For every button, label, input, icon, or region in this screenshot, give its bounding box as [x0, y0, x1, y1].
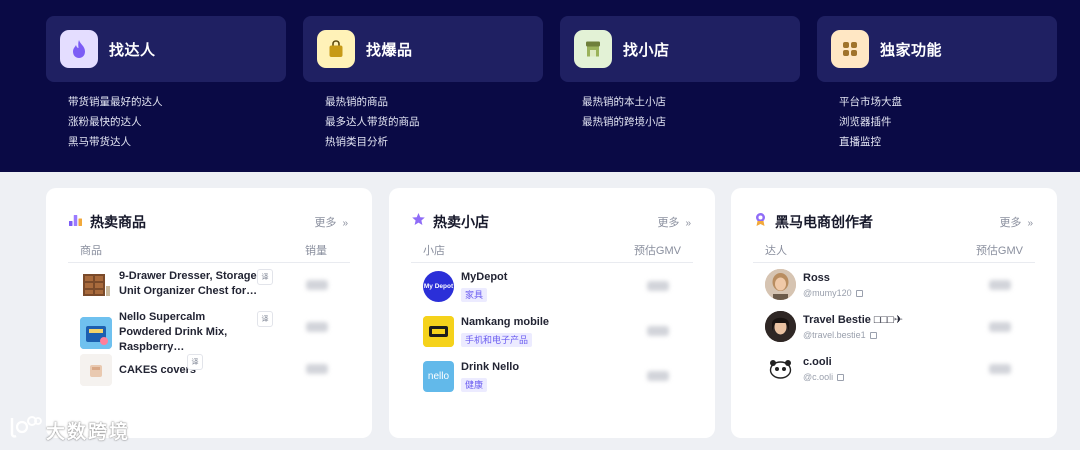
nav-link[interactable]: 黑马带货达人: [68, 132, 163, 152]
nav-links-exclusive-features: 平台市场大盘 浏览器插件 直播监控: [839, 92, 902, 152]
nav-card-find-hot-products[interactable]: 找爆品: [303, 16, 543, 82]
translate-icon[interactable]: 译: [257, 269, 273, 285]
more-link[interactable]: 更多»: [314, 214, 348, 230]
column-header-shop: 小店: [423, 245, 445, 257]
shopping-bag-icon: [317, 30, 355, 68]
avatar: [765, 311, 796, 342]
creator-handle: @mumy120: [803, 288, 863, 298]
chevron-right-icon: »: [1027, 218, 1033, 229]
nav-link[interactable]: 最多达人带货的商品: [325, 112, 420, 132]
column-header-product: 商品: [80, 245, 102, 257]
sales-value-blurred: [306, 280, 328, 290]
shop-name: MyDepot: [461, 271, 508, 283]
sales-value-blurred: [306, 364, 328, 374]
nav-card-find-creators[interactable]: 找达人: [46, 16, 286, 82]
storefront-icon: [574, 30, 612, 68]
divider: [411, 262, 693, 263]
nav-link[interactable]: 直播监控: [839, 132, 902, 152]
category-tag: 手机和电子产品: [461, 333, 533, 347]
product-image: [80, 354, 112, 386]
nav-card-title: 找达人: [109, 41, 156, 59]
panel-header: 热卖商品: [68, 212, 146, 232]
nav-link[interactable]: 最热销的本土小店: [582, 92, 666, 112]
creator-handle: @travel.bestie1: [803, 330, 903, 340]
copy-icon[interactable]: [855, 289, 863, 297]
award-ribbon-icon: [753, 212, 768, 232]
product-name: 9-Drawer Dresser, Storage Unit Organizer…: [119, 270, 258, 297]
hot-shops-panel: 热卖小店 更多» 小店 预估GMV My Depot MyDepot 家具 Na…: [389, 188, 715, 438]
column-header-gmv: 预估GMV: [633, 245, 681, 257]
nav-link[interactable]: 平台市场大盘: [839, 92, 902, 112]
watermark: 大数跨境: [8, 414, 130, 446]
translate-icon[interactable]: 译: [257, 311, 273, 327]
column-header-gmv: 预估GMV: [975, 245, 1023, 257]
top-feature-band: 找达人 带货销量最好的达人 涨粉最快的达人 黑马带货达人 找爆品 最热销的商品 …: [0, 0, 1080, 172]
panel-title: 黑马电商创作者: [775, 214, 873, 230]
star-icon: [411, 212, 426, 232]
divider: [68, 262, 350, 263]
nav-link[interactable]: 带货销量最好的达人: [68, 92, 163, 112]
translate-icon[interactable]: 译: [187, 354, 203, 370]
panel-title: 热卖商品: [90, 214, 146, 230]
watermark-logo-icon: [8, 414, 42, 446]
sales-value-blurred: [306, 322, 328, 332]
avatar: [765, 269, 796, 300]
copy-icon[interactable]: [869, 331, 877, 339]
nav-link[interactable]: 最热销的商品: [325, 92, 420, 112]
bar-chart-icon: [68, 212, 83, 232]
nav-links-find-shops: 最热销的本土小店 最热销的跨境小店: [582, 92, 666, 132]
nav-card-title: 找小店: [623, 41, 670, 59]
nav-links-find-creators: 带货销量最好的达人 涨粉最快的达人 黑马带货达人: [68, 92, 163, 152]
nav-link[interactable]: 热销类目分析: [325, 132, 420, 152]
shop-logo: nello: [423, 361, 454, 392]
nav-links-find-hot-products: 最热销的商品 最多达人带货的商品 热销类目分析: [325, 92, 420, 152]
more-link[interactable]: 更多»: [657, 214, 691, 230]
gmv-value-blurred: [647, 371, 669, 381]
creator-name: Travel Bestie □□□✈: [803, 314, 904, 326]
gmv-value-blurred: [647, 281, 669, 291]
shop-logo: My Depot: [423, 271, 454, 302]
gmv-value-blurred: [647, 326, 669, 336]
panel-header: 黑马电商创作者: [753, 212, 873, 232]
avatar: [765, 353, 796, 384]
copy-icon[interactable]: [837, 373, 845, 381]
table-row[interactable]: Nello Supercalm Powdered Drink Mix, Rasp…: [80, 310, 350, 355]
hot-products-panel: 热卖商品 更多» 商品 销量 9-Drawer Dresser, Storage…: [46, 188, 372, 438]
gmv-value-blurred: [989, 280, 1011, 290]
grid-icon: [831, 30, 869, 68]
nav-card-exclusive-features[interactable]: 独家功能: [817, 16, 1057, 82]
column-header-creator: 达人: [765, 245, 787, 257]
gmv-value-blurred: [989, 364, 1011, 374]
category-tag: 健康: [461, 378, 488, 392]
creator-name: Ross: [803, 272, 830, 284]
nav-card-find-shops[interactable]: 找小店: [560, 16, 800, 82]
gmv-value-blurred: [989, 322, 1011, 332]
product-image: [80, 268, 112, 300]
chevron-right-icon: »: [342, 218, 348, 229]
nav-card-title: 找爆品: [366, 41, 413, 59]
nav-card-title: 独家功能: [880, 41, 943, 59]
nav-link[interactable]: 涨粉最快的达人: [68, 112, 163, 132]
divider: [753, 262, 1035, 263]
shop-name: Namkang mobile: [461, 316, 550, 328]
product-image: [80, 316, 112, 349]
creator-name: c.ooli: [803, 356, 832, 368]
more-link[interactable]: 更多»: [999, 214, 1033, 230]
product-name: Nello Supercalm Powdered Drink Mix, Rasp…: [119, 311, 228, 353]
chevron-right-icon: »: [685, 218, 691, 229]
flame-icon: [60, 30, 98, 68]
nav-link[interactable]: 浏览器插件: [839, 112, 902, 132]
category-tag: 家具: [461, 288, 488, 302]
panel-header: 热卖小店: [411, 212, 489, 232]
dark-horse-creators-panel: 黑马电商创作者 更多» 达人 预估GMV Ross @mumy120 Trave…: [731, 188, 1057, 438]
shop-name: Drink Nello: [461, 361, 520, 373]
column-header-sales: 销量: [305, 245, 327, 257]
panel-title: 热卖小店: [433, 214, 489, 230]
creator-handle: @c.ooli: [803, 372, 845, 382]
nav-link[interactable]: 最热销的跨境小店: [582, 112, 666, 132]
shop-logo: [423, 316, 454, 347]
